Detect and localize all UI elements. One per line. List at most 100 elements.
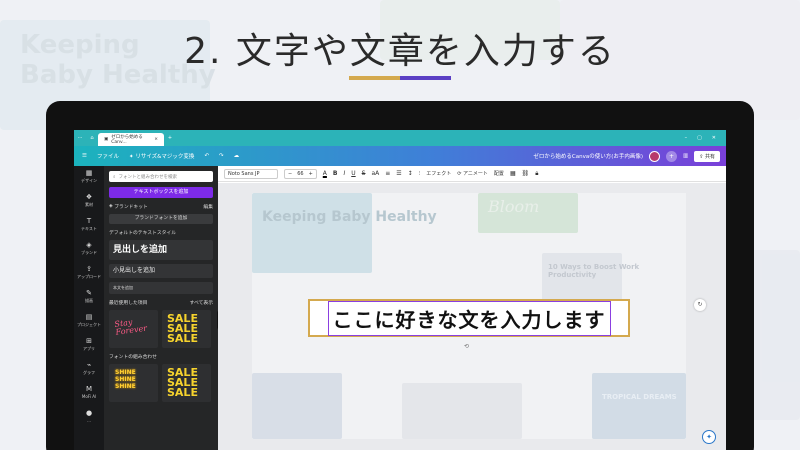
font-size-minus[interactable]: −	[288, 171, 292, 177]
font-combo-card[interactable]: SALE SALE SALE	[162, 310, 211, 348]
rail-item[interactable]: T テキスト	[74, 214, 104, 238]
brand-kit-row: ◈ ブランドキット 編集	[109, 203, 213, 210]
font-combo-card[interactable]: SALE SALE SALE	[162, 364, 211, 402]
add-body-button[interactable]: 本文を追加	[109, 282, 213, 294]
rail-item[interactable]: M MoFi Al	[74, 382, 104, 406]
rail-item-label: 素材	[85, 202, 93, 207]
rail-item-label: デザイン	[81, 178, 97, 183]
template-tropical-text: TROPICAL DREAMS	[602, 393, 677, 401]
file-menu[interactable]: ファイル	[97, 152, 119, 160]
rail-item-label: アップロード	[77, 274, 101, 279]
charts-icon: ⌁	[86, 361, 92, 369]
combo-sale-text: SALE SALE SALE	[167, 312, 198, 345]
rail-item-label: MoFi Al	[81, 394, 97, 399]
font-search-input[interactable]: ⌕ フォントと組み合わせを検索	[109, 171, 213, 182]
cloud-save-icon: ☁	[233, 153, 240, 159]
text-panel: ⌕ フォントと組み合わせを検索 テキストボックスを追加 ◈ ブランドキット 編集…	[104, 166, 218, 450]
rail-item[interactable]: ◈ ブランド	[74, 238, 104, 262]
rail-item[interactable]: ❖ 素材	[74, 190, 104, 214]
rail-item[interactable]: ✎ 描画	[74, 286, 104, 310]
template-tile	[592, 373, 686, 439]
text-toolbar: Noto Sans JP − 66 + A B I U S aA ≡ ☰ ↕ ⫶…	[218, 166, 726, 182]
text-color-icon[interactable]: A	[323, 170, 327, 177]
add-collaborator-button[interactable]: +	[666, 150, 677, 162]
add-brand-font-button[interactable]: ブランドフォントを追加	[109, 214, 213, 224]
mofi-icon: M	[85, 385, 93, 393]
lock-icon[interactable]: 🔒︎	[535, 170, 538, 178]
rail-item[interactable]: ⌁ グラフ	[74, 358, 104, 382]
upload-icon: ⇪	[86, 265, 92, 273]
tab-close-icon[interactable]: ×	[154, 137, 158, 142]
template-tile	[402, 383, 522, 439]
tab-favicon-icon: ▣	[104, 137, 109, 142]
close-icon[interactable]: ✕	[712, 135, 716, 141]
animate-label: アニメート	[463, 171, 488, 177]
edit-link[interactable]: 編集	[203, 203, 213, 210]
page-title: 2. 文字や文章を入力する	[184, 31, 616, 72]
font-size-value[interactable]: 66	[297, 171, 303, 177]
underline-icon[interactable]: U	[351, 170, 355, 177]
default-styles-label: デフォルトのテキストスタイル	[109, 231, 177, 236]
effects-button[interactable]: エフェクト	[426, 170, 451, 177]
rail-item-label: 描画	[85, 298, 93, 303]
share-button[interactable]: ⇪ 共有	[694, 150, 720, 162]
doc-title[interactable]: ゼロから始めるCanvaの使い方(お手内画像)	[533, 152, 643, 160]
help-icon[interactable]: ✦	[702, 430, 716, 444]
brand-icon: ◈	[86, 241, 92, 249]
text-icon: T	[86, 217, 92, 225]
browser-tab[interactable]: ▣ ゼロから始めるCanv... ×	[98, 133, 164, 146]
rail-item-label: プロジェクト	[77, 322, 101, 327]
home-icon[interactable]: ⌂	[86, 135, 98, 141]
font-family-select[interactable]: Noto Sans JP	[224, 168, 278, 179]
undo-icon[interactable]: ↶	[204, 153, 209, 159]
align-icon[interactable]: ≡	[385, 170, 390, 177]
strikethrough-icon[interactable]: S	[362, 170, 366, 177]
add-heading-button[interactable]: 見出しを追加	[109, 240, 213, 260]
font-size-stepper[interactable]: − 66 +	[284, 168, 317, 179]
maximize-icon[interactable]: ▢	[697, 135, 702, 141]
selected-text-box[interactable]: ここに好きな文を入力します	[308, 299, 630, 337]
recent-label: 最近使用した項目	[109, 301, 148, 306]
rail-item[interactable]: ▦ デザイン	[74, 166, 104, 190]
bold-icon[interactable]: B	[333, 170, 338, 177]
position-button[interactable]: 配置	[494, 170, 504, 177]
main-text[interactable]: ここに好きな文を入力します	[327, 300, 611, 336]
avatar[interactable]	[649, 150, 660, 162]
new-tab-button[interactable]: +	[164, 135, 176, 141]
spacing-icon[interactable]: ↕	[408, 170, 413, 177]
rail-item[interactable]: ●...	[74, 406, 104, 430]
see-all-link[interactable]: すべて表示	[190, 299, 213, 306]
vertical-text-icon[interactable]: ⫶	[419, 170, 421, 178]
refresh-icon[interactable]: ↻	[694, 299, 706, 311]
resize-button[interactable]: ✦ リサイズ&マジック変換	[129, 152, 194, 160]
animate-button[interactable]: ⟳ アニメート	[457, 170, 488, 177]
rail-item[interactable]: ▤ プロジェクト	[74, 310, 104, 334]
list-icon[interactable]: ☰	[396, 170, 401, 177]
chart-icon[interactable]: ▥	[683, 153, 688, 159]
font-size-plus[interactable]: +	[309, 171, 313, 177]
rotate-handle-icon[interactable]: ⟲	[464, 343, 469, 350]
design-page[interactable]: Keeping Baby Healthy Bloom 10 Ways to Bo…	[252, 193, 686, 439]
title-underline-gold	[349, 76, 400, 80]
more-icon[interactable]: ···	[74, 135, 86, 141]
font-combos-grid: SHINE SHINE SHINE SALE SALE SALE	[109, 364, 213, 402]
template-tile	[252, 373, 342, 439]
redo-icon[interactable]: ↷	[219, 153, 224, 159]
font-combo-card[interactable]: SHINE SHINE SHINE	[109, 364, 158, 402]
font-combo-card[interactable]: Stay Forever	[109, 310, 158, 348]
minimize-icon[interactable]: –	[685, 135, 688, 141]
rail-item[interactable]: ⇪ アップロード	[74, 262, 104, 286]
link-icon[interactable]: ⛓	[522, 170, 530, 177]
italic-icon[interactable]: I	[343, 170, 345, 177]
case-icon[interactable]: aA	[371, 170, 379, 177]
tab-title: ゼロから始めるCanv...	[111, 135, 143, 145]
canva-header: ☰ ファイル ✦ リサイズ&マジック変換 ↶ ↷ ☁ ゼロから始めるCanvaの…	[74, 146, 726, 166]
add-textbox-button[interactable]: テキストボックスを追加	[109, 187, 213, 198]
canvas-area: Keeping Baby Healthy Bloom 10 Ways to Bo…	[218, 183, 726, 450]
add-subheading-button[interactable]: 小見出しを追加	[109, 264, 213, 278]
rail-item[interactable]: ⊞ アプリ	[74, 334, 104, 358]
transparency-icon[interactable]: ▦	[510, 170, 516, 177]
menu-icon[interactable]: ☰	[82, 153, 87, 159]
projects-icon: ▤	[85, 313, 93, 321]
elements-icon: ❖	[85, 193, 93, 201]
